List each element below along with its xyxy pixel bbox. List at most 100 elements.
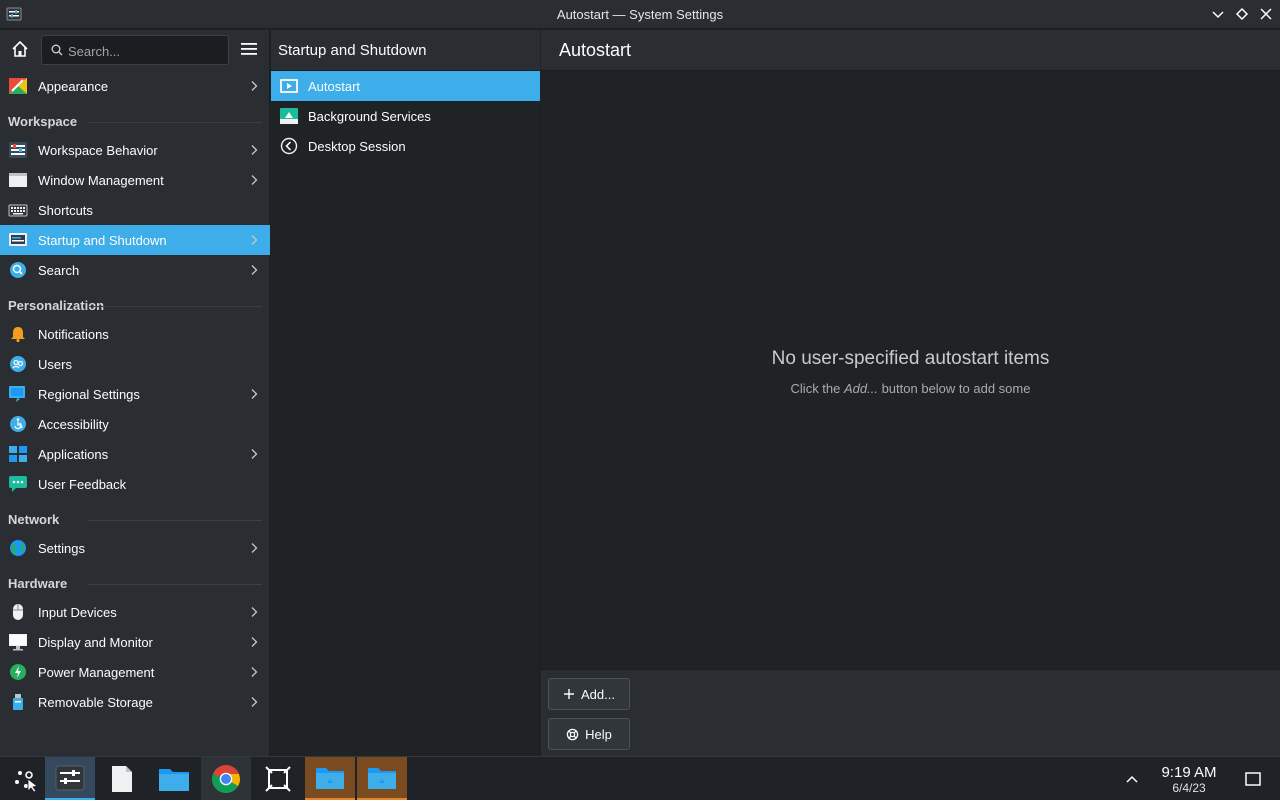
chevron-up-icon[interactable]: [1124, 771, 1140, 787]
window-management-icon: [8, 171, 28, 189]
sidebar: Appearance Workspace Workspace Behavior Win…: [0, 30, 270, 756]
taskbar: 9:19 AM 6/4/23: [0, 756, 1280, 800]
sidebar-item-removable-storage[interactable]: Removable Storage: [0, 687, 270, 717]
taskbar-window-grid[interactable]: [253, 757, 303, 800]
sidebar-item-user-feedback[interactable]: User Feedback: [0, 469, 270, 499]
home-icon: [12, 40, 28, 57]
show-desktop-icon[interactable]: [1244, 770, 1262, 788]
sidebar-item-startup-and-shutdown[interactable]: Startup and Shutdown: [0, 225, 270, 255]
usb-storage-icon: [8, 693, 28, 711]
folder-icon: [315, 765, 345, 791]
sidebar-item-regional-settings[interactable]: Regional Settings: [0, 379, 270, 409]
regional-settings-icon: [8, 385, 28, 403]
taskbar-folder[interactable]: [357, 757, 407, 800]
sidebar-item-label: Workspace Behavior: [38, 143, 158, 158]
startup-shutdown-icon: [8, 231, 28, 249]
help-icon: [566, 728, 579, 740]
search-input[interactable]: [68, 42, 223, 60]
applications-icon: [8, 445, 28, 463]
sidebar-item-workspace-behavior[interactable]: Workspace Behavior: [0, 135, 270, 165]
taskbar-folder[interactable]: [305, 757, 355, 800]
hamburger-menu-button[interactable]: [236, 36, 262, 62]
chevron-right-icon: [248, 448, 260, 460]
chevron-right-icon: [248, 388, 260, 400]
taskbar-file-manager[interactable]: [149, 757, 199, 800]
sidebar-item-input-devices[interactable]: Input Devices: [0, 597, 270, 627]
page-title: Autostart: [559, 40, 632, 60]
taskbar-text-file[interactable]: [97, 757, 147, 800]
sidebar-item-applications[interactable]: Applications: [0, 439, 270, 469]
sidebar-item-accessibility[interactable]: Accessibility: [0, 409, 270, 439]
taskbar-system-settings[interactable]: [45, 757, 95, 800]
chevron-right-icon: [248, 174, 260, 186]
empty-state-subtitle: Click the Add... button below to add som…: [541, 381, 1280, 396]
sidebar-item-label: Regional Settings: [38, 387, 140, 402]
chevron-right-icon: [248, 636, 260, 648]
accessibility-icon: [8, 415, 28, 433]
sidebar-item-label: User Feedback: [38, 477, 127, 492]
content-pane: Autostart No user-specified autostart it…: [541, 30, 1280, 756]
sidebar-item-shortcuts[interactable]: Shortcuts: [0, 195, 270, 225]
folder-icon: [367, 765, 397, 791]
chevron-right-icon: [248, 80, 260, 92]
content-footer: Add... Help: [541, 669, 1280, 756]
section-heading: Hardware: [8, 576, 68, 591]
chevron-right-icon: [248, 234, 260, 246]
section-divider: [88, 306, 262, 307]
content-header: Autostart: [541, 30, 1280, 71]
clock-date: 6/4/23: [1172, 781, 1206, 795]
help-button[interactable]: Help: [548, 718, 630, 750]
hamburger-menu-icon: [241, 43, 257, 55]
subcategory-header: Startup and Shutdown: [271, 30, 540, 71]
subcategory-panel: Startup and Shutdown Autostart Background…: [271, 30, 540, 756]
search-icon: [51, 44, 63, 56]
globe-icon: [8, 539, 28, 557]
sidebar-item-power-management[interactable]: Power Management: [0, 657, 270, 687]
sidebar-item-display-and-monitor[interactable]: Display and Monitor: [0, 627, 270, 657]
sidebar-section-workspace: Workspace: [0, 101, 270, 135]
sidebar-item-label: Removable Storage: [38, 695, 153, 710]
sidebar-item-notifications[interactable]: Notifications: [0, 319, 270, 349]
sidebar-item-label: Input Devices: [38, 605, 117, 620]
sidebar-item-users[interactable]: Users: [0, 349, 270, 379]
chevron-right-icon: [248, 542, 260, 554]
add-button[interactable]: Add...: [548, 678, 630, 710]
sidebar-item-label: Search: [38, 263, 80, 278]
chevron-right-icon: [248, 144, 260, 156]
mouse-icon: [8, 603, 28, 621]
minimize-icon[interactable]: [1210, 6, 1226, 22]
users-icon: [8, 355, 28, 373]
subcategory-item-background-services[interactable]: Background Services: [271, 101, 540, 131]
sidebar-toolbar: [0, 30, 270, 70]
monitor-icon: [8, 633, 28, 651]
search-settings-icon: [8, 261, 28, 279]
subcategory-item-label: Desktop Session: [308, 139, 406, 154]
autostart-icon: [279, 77, 299, 95]
chrome-icon: [211, 764, 241, 794]
empty-state-title: No user-specified autostart items: [771, 348, 1050, 369]
home-button[interactable]: [6, 35, 34, 63]
taskbar-chrome[interactable]: [201, 757, 251, 800]
subcategory-item-desktop-session[interactable]: Desktop Session: [271, 131, 540, 161]
empty-state-text-emphasis: Add...: [844, 381, 878, 396]
sidebar-section-hardware: Hardware: [0, 563, 270, 597]
sidebar-item-window-management[interactable]: Window Management: [0, 165, 270, 195]
empty-state-text-before: Click the: [790, 381, 844, 396]
close-icon[interactable]: [1258, 6, 1274, 22]
taskbar-application-launcher[interactable]: [0, 757, 50, 800]
maximize-icon[interactable]: [1234, 6, 1250, 22]
sidebar-item-appearance[interactable]: Appearance: [0, 71, 270, 101]
help-button-label: Help: [585, 726, 612, 742]
window-grid-icon: [264, 765, 292, 793]
title-bar: Autostart — System Settings: [0, 0, 1280, 29]
empty-state-text-after: button below to add some: [877, 381, 1031, 396]
section-divider: [88, 122, 262, 123]
search-field[interactable]: [41, 35, 229, 65]
feedback-icon: [8, 475, 28, 493]
subcategory-item-autostart[interactable]: Autostart: [271, 71, 540, 101]
sidebar-item-search[interactable]: Search: [0, 255, 270, 285]
power-icon: [8, 663, 28, 681]
sidebar-item-settings[interactable]: Settings: [0, 533, 270, 563]
digital-clock[interactable]: 9:19 AM 6/4/23: [1150, 765, 1228, 796]
chevron-right-icon: [248, 606, 260, 618]
